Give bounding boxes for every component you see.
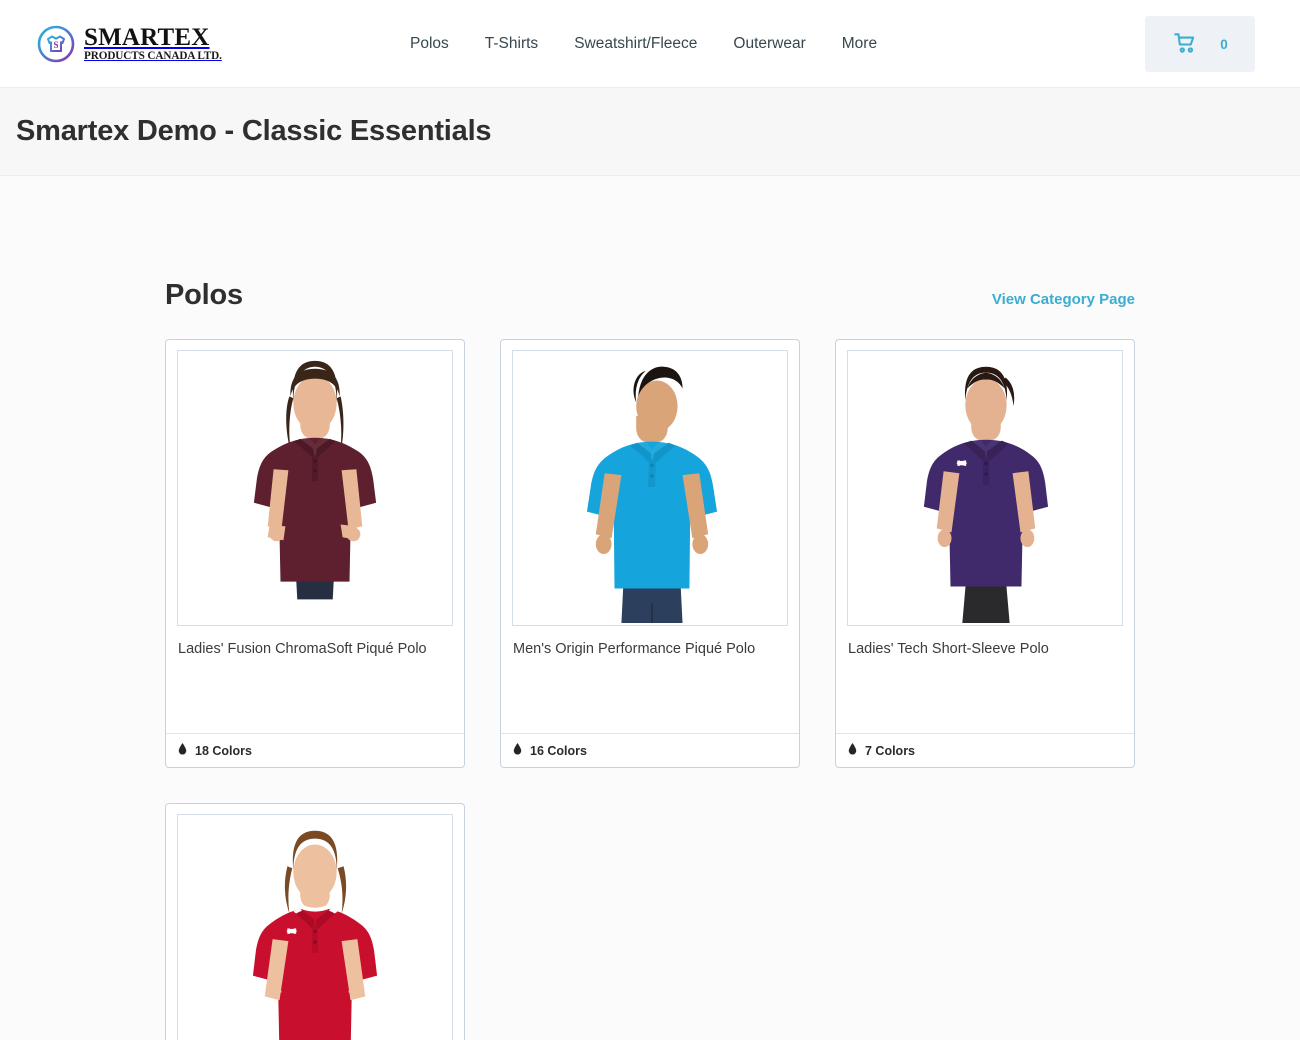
brand-tagline: PRODUCTS CANADA LTD. — [84, 49, 222, 62]
site-header: S SMARTEX PRODUCTS CANADA LTD. Polos T-S… — [0, 0, 1300, 88]
product-photo-2 — [513, 351, 787, 624]
section-title: Polos — [165, 279, 243, 311]
svg-text:S: S — [53, 40, 58, 50]
brand-name: SMARTEX — [84, 23, 210, 51]
nav-item-polos[interactable]: Polos — [410, 35, 449, 53]
product-name: Ladies' Fusion ChromaSoft Piqué Polo — [178, 641, 427, 657]
product-image[interactable] — [177, 814, 453, 1040]
page-title-bar: Smartex Demo - Classic Essentials — [0, 88, 1300, 176]
color-count: 7 Colors — [865, 743, 916, 758]
page-title: Smartex Demo - Classic Essentials — [16, 115, 492, 147]
nav-item-outerwear[interactable]: Outerwear — [733, 35, 805, 53]
cart-button[interactable]: 0 — [1145, 16, 1255, 72]
shopping-cart-icon — [1172, 30, 1198, 59]
product-photo-3 — [848, 351, 1122, 624]
main-content: Polos View Category Page Ladies' Fusion … — [0, 176, 1300, 1040]
brand-logo[interactable]: S SMARTEX PRODUCTS CANADA LTD. — [36, 24, 296, 64]
color-count: 18 Colors — [195, 743, 252, 758]
nav-item-more[interactable]: More — [842, 35, 877, 53]
product-card[interactable]: Ladies' Tech Short-Sleeve Polo 7 Colors — [835, 339, 1135, 768]
main-navigation: Polos T-Shirts Sweatshirt/Fleece Outerwe… — [410, 35, 877, 53]
product-image[interactable] — [512, 350, 788, 626]
nav-item-t-shirts[interactable]: T-Shirts — [485, 35, 538, 53]
view-category-page-link[interactable]: View Category Page — [992, 291, 1135, 308]
cart-count: 0 — [1220, 36, 1228, 52]
product-card[interactable]: Ladies' Team Tech Polo — [165, 803, 465, 1040]
product-card[interactable]: Ladies' Fusion ChromaSoft Piqué Polo 18 … — [165, 339, 465, 768]
product-colors: 7 Colors — [836, 733, 1134, 767]
product-info: Ladies' Tech Short-Sleeve Polo — [836, 626, 1134, 733]
product-grid: Ladies' Fusion ChromaSoft Piqué Polo 18 … — [165, 339, 1135, 1040]
product-photo-1 — [178, 351, 452, 624]
color-count: 16 Colors — [530, 743, 587, 758]
product-info: Ladies' Fusion ChromaSoft Piqué Polo — [166, 626, 464, 733]
product-info: Men's Origin Performance Piqué Polo — [501, 626, 799, 733]
product-colors: 16 Colors — [501, 733, 799, 767]
product-colors: 18 Colors — [166, 733, 464, 767]
product-photo-4 — [178, 815, 452, 1040]
droplet-icon — [848, 742, 857, 760]
droplet-icon — [513, 742, 522, 760]
droplet-icon — [178, 742, 187, 760]
product-image[interactable] — [177, 350, 453, 626]
nav-item-sweatshirt-fleece[interactable]: Sweatshirt/Fleece — [574, 35, 697, 53]
product-image[interactable] — [847, 350, 1123, 626]
product-card[interactable]: Men's Origin Performance Piqué Polo 16 C… — [500, 339, 800, 768]
product-name: Ladies' Tech Short-Sleeve Polo — [848, 641, 1049, 657]
under-armour-logo — [286, 928, 298, 934]
section-header: Polos View Category Page — [165, 176, 1135, 312]
product-name: Men's Origin Performance Piqué Polo — [513, 641, 756, 657]
smartex-circle-shirt-logo-icon: S — [36, 24, 76, 64]
under-armour-logo — [956, 460, 968, 466]
